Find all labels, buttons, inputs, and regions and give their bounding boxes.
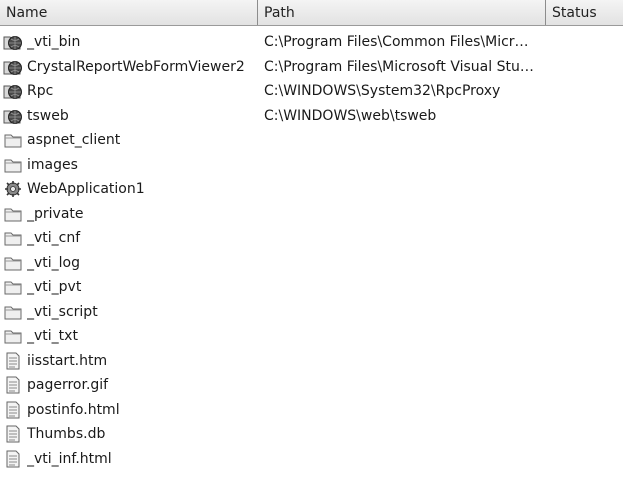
list-item[interactable]: WebApplication1 <box>0 177 623 202</box>
item-path: C:\WINDOWS\System32\RpcProxy <box>264 83 501 99</box>
folder-icon <box>3 254 23 272</box>
file-icon <box>3 450 23 468</box>
file-list: _vti_bin C:\Program Files\Common Files\Mi… <box>0 30 623 471</box>
web-application-icon <box>3 180 23 198</box>
item-name: _vti_cnf <box>27 230 81 246</box>
item-name: WebApplication1 <box>27 181 145 197</box>
list-item[interactable]: iisstart.htm <box>0 349 623 374</box>
list-item[interactable]: _private <box>0 202 623 227</box>
item-name: _vti_txt <box>27 328 78 344</box>
item-path: C:\Program Files\Microsoft Visual Stu… <box>264 58 534 75</box>
item-name: tsweb <box>27 107 69 124</box>
folder-icon <box>3 278 23 296</box>
folder-icon <box>3 229 23 247</box>
item-name: _vti_script <box>27 303 98 320</box>
column-header-bar: Name Path Status <box>0 0 623 26</box>
list-item[interactable]: CrystalReportWebFormViewer2 C:\Program Fi… <box>0 55 623 80</box>
file-icon <box>3 425 23 443</box>
item-name: _vti_log <box>27 254 81 271</box>
item-name: pagerror.gif <box>27 377 109 393</box>
list-item[interactable]: Rpc C:\WINDOWS\System32\RpcProxy <box>0 79 623 104</box>
folder-icon <box>3 327 23 345</box>
item-name: aspnet_client <box>27 132 121 148</box>
item-name: _private <box>27 205 84 222</box>
list-item[interactable]: pagerror.gif <box>0 373 623 398</box>
globe-folder-icon <box>3 82 23 100</box>
item-name: _vti_pvt <box>27 279 82 295</box>
file-icon <box>3 401 23 419</box>
globe-folder-icon <box>3 33 23 51</box>
folder-icon <box>3 131 23 149</box>
globe-folder-icon <box>3 107 23 125</box>
list-item[interactable]: postinfo.html <box>0 398 623 423</box>
list-item[interactable]: _vti_pvt <box>0 275 623 300</box>
item-name: images <box>27 156 78 173</box>
column-header-status[interactable]: Status <box>546 0 623 25</box>
item-name: Thumbs.db <box>27 426 106 442</box>
file-icon <box>3 352 23 370</box>
item-name: iisstart.htm <box>27 352 108 369</box>
item-path: C:\WINDOWS\web\tsweb <box>264 107 437 124</box>
list-item[interactable]: aspnet_client <box>0 128 623 153</box>
list-item[interactable]: tsweb C:\WINDOWS\web\tsweb <box>0 104 623 129</box>
list-item[interactable]: _vti_cnf <box>0 226 623 251</box>
folder-icon <box>3 205 23 223</box>
list-item[interactable]: _vti_bin C:\Program Files\Common Files\Mi… <box>0 30 623 55</box>
item-name: _vti_inf.html <box>27 450 112 467</box>
list-item[interactable]: _vti_txt <box>0 324 623 349</box>
list-item[interactable]: _vti_inf.html <box>0 447 623 472</box>
globe-folder-icon <box>3 58 23 76</box>
list-item[interactable]: _vti_log <box>0 251 623 276</box>
folder-icon <box>3 303 23 321</box>
list-item[interactable]: images <box>0 153 623 178</box>
folder-icon <box>3 156 23 174</box>
column-header-name[interactable]: Name <box>0 0 258 25</box>
file-icon <box>3 376 23 394</box>
item-name: postinfo.html <box>27 401 120 418</box>
item-name: _vti_bin <box>27 34 81 50</box>
item-name: Rpc <box>27 83 54 99</box>
item-path: C:\Program Files\Common Files\Micr… <box>264 34 529 50</box>
list-item[interactable]: _vti_script <box>0 300 623 325</box>
item-name: CrystalReportWebFormViewer2 <box>27 58 245 75</box>
list-item[interactable]: Thumbs.db <box>0 422 623 447</box>
column-header-path[interactable]: Path <box>258 0 546 25</box>
